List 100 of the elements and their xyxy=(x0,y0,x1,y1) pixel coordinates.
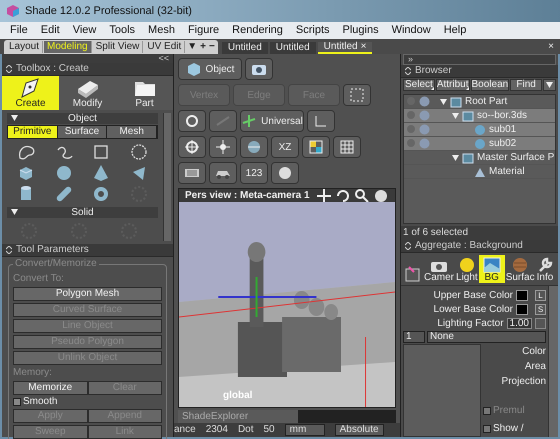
menu-button[interactable] xyxy=(543,79,556,91)
car-button[interactable] xyxy=(209,162,237,184)
checkbox[interactable] xyxy=(483,425,491,433)
color-swatch[interactable] xyxy=(516,304,528,315)
property-label: Lighting Factor xyxy=(437,318,504,328)
numeric-button[interactable]: 123 xyxy=(240,162,268,184)
tree-row[interactable]: Material xyxy=(404,165,555,179)
axes-button[interactable] xyxy=(307,110,335,132)
document-tab[interactable]: Untitled xyxy=(222,42,268,54)
checkbox-label: Smooth xyxy=(23,397,58,407)
move-icon xyxy=(316,188,332,204)
document-tab[interactable]: Untitled xyxy=(270,42,316,54)
target-button[interactable] xyxy=(178,136,206,158)
unit-dropdown[interactable]: Absolute xyxy=(334,424,384,436)
updown-icon[interactable] xyxy=(6,246,12,254)
expand-button[interactable]: » xyxy=(408,55,414,64)
menu-item[interactable]: Help xyxy=(444,25,466,36)
tree-label: sub02 xyxy=(489,138,516,148)
close-tab-button[interactable]: × xyxy=(360,42,366,52)
keyboard-button[interactable] xyxy=(178,162,206,184)
layer-dropdown[interactable]: 1 xyxy=(403,331,425,343)
menu-item[interactable]: Edit xyxy=(40,25,60,36)
menu-item[interactable]: File xyxy=(10,25,28,36)
caret-icon[interactable] xyxy=(546,82,554,88)
grid-button[interactable] xyxy=(333,136,361,158)
expander-icon[interactable] xyxy=(452,154,459,160)
slider-button[interactable] xyxy=(535,318,546,329)
layout-control[interactable]: ▼ xyxy=(186,42,198,52)
menu-item[interactable]: Tools xyxy=(109,25,136,36)
section-header[interactable]: Object xyxy=(7,113,158,124)
menu-item[interactable]: View xyxy=(72,25,96,36)
close-panel-button[interactable]: × xyxy=(548,42,560,54)
sphere-button[interactable] xyxy=(271,162,299,184)
collapse-button[interactable]: << xyxy=(158,54,169,63)
section-header[interactable]: Solid xyxy=(7,207,158,218)
scrollbar[interactable] xyxy=(163,113,171,241)
camera-button[interactable] xyxy=(245,58,273,80)
aggregate-tab[interactable]: BG xyxy=(478,255,505,283)
menu-item[interactable]: Scripts xyxy=(296,25,330,36)
menu-item[interactable]: Figure xyxy=(188,25,220,36)
object-button[interactable]: Object xyxy=(178,58,242,80)
rotate-icon xyxy=(184,113,200,129)
circle-icon[interactable] xyxy=(129,142,150,162)
toolbox-mode-tab[interactable]: Modify xyxy=(59,76,116,110)
updown-icon[interactable] xyxy=(405,242,411,250)
layout-control[interactable]: − xyxy=(208,42,216,52)
updown-icon[interactable] xyxy=(405,67,411,75)
browser-button[interactable]: Attribut xyxy=(436,79,470,91)
layout-control[interactable]: + xyxy=(199,42,208,52)
palette-button[interactable] xyxy=(302,136,330,158)
mode-button[interactable]: S xyxy=(535,304,546,315)
viewport-title[interactable]: Pers view : Meta-camera 1 xyxy=(185,190,310,200)
expander-icon[interactable] xyxy=(440,98,447,104)
tab-label: Untitled xyxy=(324,42,358,52)
search-icon xyxy=(354,188,370,204)
menu-item[interactable]: Window xyxy=(392,25,431,36)
toolbox-tab[interactable]: Mesh xyxy=(107,126,158,138)
layout-tab[interactable]: UV Edit xyxy=(144,41,186,53)
tree-label: Material xyxy=(489,166,525,176)
expander-icon[interactable] xyxy=(11,115,18,121)
toolbox-tab[interactable]: Primitive xyxy=(8,126,58,138)
expander-icon[interactable] xyxy=(11,209,18,215)
grid-icon xyxy=(339,139,355,155)
coordinates-button[interactable]: Universal xyxy=(240,110,304,132)
aggregate-tab[interactable]: Info xyxy=(536,255,554,283)
convert-button[interactable]: Polygon Mesh xyxy=(13,287,162,301)
number-field[interactable]: 1.00 xyxy=(506,318,532,329)
aggregate-tab[interactable]: Surfac xyxy=(504,255,536,283)
unit-dropdown[interactable]: mm xyxy=(284,424,325,436)
color-swatch[interactable] xyxy=(516,290,528,301)
layout-tab[interactable]: Split View xyxy=(92,41,144,53)
dashed-rectangle-icon xyxy=(349,87,365,103)
crosshair-button[interactable] xyxy=(209,136,237,158)
browser-button[interactable]: Find xyxy=(510,79,542,91)
browser-button[interactable]: Boolean xyxy=(470,79,510,91)
globe-button[interactable] xyxy=(240,136,268,158)
document-tab[interactable]: Untitled × xyxy=(318,42,372,54)
menu-item[interactable]: Mesh xyxy=(148,25,175,36)
tree-row[interactable]: Master Surface P xyxy=(404,151,555,165)
layout-tab[interactable]: Modeling xyxy=(44,41,92,53)
toolbox-mode-tab[interactable]: Part xyxy=(116,76,173,110)
plane-button[interactable]: XZ xyxy=(271,136,299,158)
layout-tab[interactable]: Layout xyxy=(6,41,44,53)
mode-button[interactable]: L xyxy=(535,290,546,301)
toolbox-mode-tab[interactable]: Create xyxy=(2,76,59,110)
rotate-button[interactable] xyxy=(178,110,206,132)
memory-button[interactable]: Memorize xyxy=(13,381,88,395)
aggregate-tab[interactable]: Camer xyxy=(423,255,456,283)
aggregate-tab[interactable]: Light xyxy=(455,255,479,283)
marquee-select-button[interactable] xyxy=(343,84,371,106)
updown-icon[interactable] xyxy=(6,65,12,73)
menu-item[interactable]: Plugins xyxy=(342,25,379,36)
mapping-dropdown[interactable]: None xyxy=(427,331,546,343)
axes-icon xyxy=(313,113,329,129)
browser-button[interactable]: Select xyxy=(403,79,435,91)
menu-item[interactable]: Rendering xyxy=(232,25,283,36)
scrollbar[interactable] xyxy=(548,286,558,437)
checkbox[interactable] xyxy=(13,398,21,406)
sphere-icon xyxy=(373,188,389,204)
toolbox-tab[interactable]: Surface xyxy=(58,126,108,138)
